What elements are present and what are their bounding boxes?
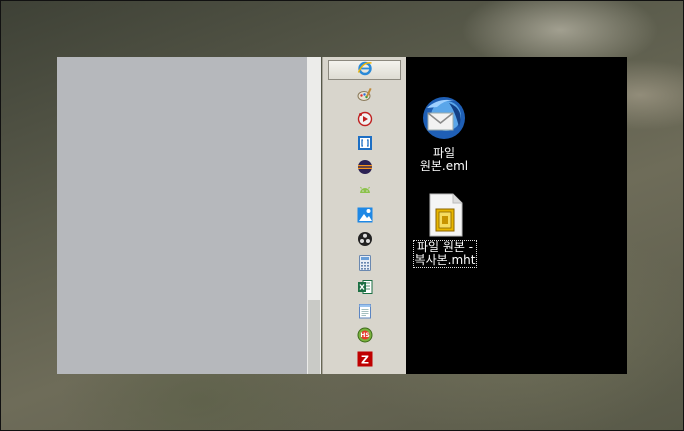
svg-text:HS: HS <box>360 332 369 339</box>
bracket-editor-icon[interactable] <box>357 135 373 151</box>
obs-icon[interactable] <box>357 231 373 247</box>
desktop-area: 파일 원본.eml 파일 원본 - 복사본.mht <box>406 57 627 374</box>
desktop-file-label-selected: 파일 원본 - 복사본.mht <box>412 240 478 268</box>
photo-editor-icon[interactable] <box>357 207 373 223</box>
notepad-icon[interactable] <box>357 303 373 319</box>
desktop-file-mht[interactable]: 파일 원본 - 복사본.mht <box>410 193 480 268</box>
android-icon[interactable] <box>357 183 373 199</box>
calculator-icon[interactable] <box>357 255 373 271</box>
filezilla-icon[interactable]: Z <box>357 351 373 367</box>
desktop-file-label: 파일 원본.eml <box>419 146 469 173</box>
desktop-file-eml[interactable]: 파일 원본.eml <box>419 95 469 173</box>
launch-ie-button[interactable] <box>328 60 401 80</box>
internet-explorer-icon <box>357 60 373 80</box>
media-player-icon[interactable] <box>357 111 373 127</box>
paint-icon[interactable] <box>357 87 373 103</box>
mht-document-icon <box>425 193 465 241</box>
quick-launch-toolbar: HS Z <box>322 57 406 374</box>
hs-icon[interactable]: HS <box>357 327 373 343</box>
blank-window-pane <box>57 57 307 374</box>
thunderbird-mail-icon <box>419 95 469 147</box>
svg-text:Z: Z <box>361 354 369 367</box>
scrollbar-thumb[interactable] <box>308 300 320 374</box>
excel-icon[interactable] <box>357 279 373 295</box>
eclipse-icon[interactable] <box>357 159 373 175</box>
